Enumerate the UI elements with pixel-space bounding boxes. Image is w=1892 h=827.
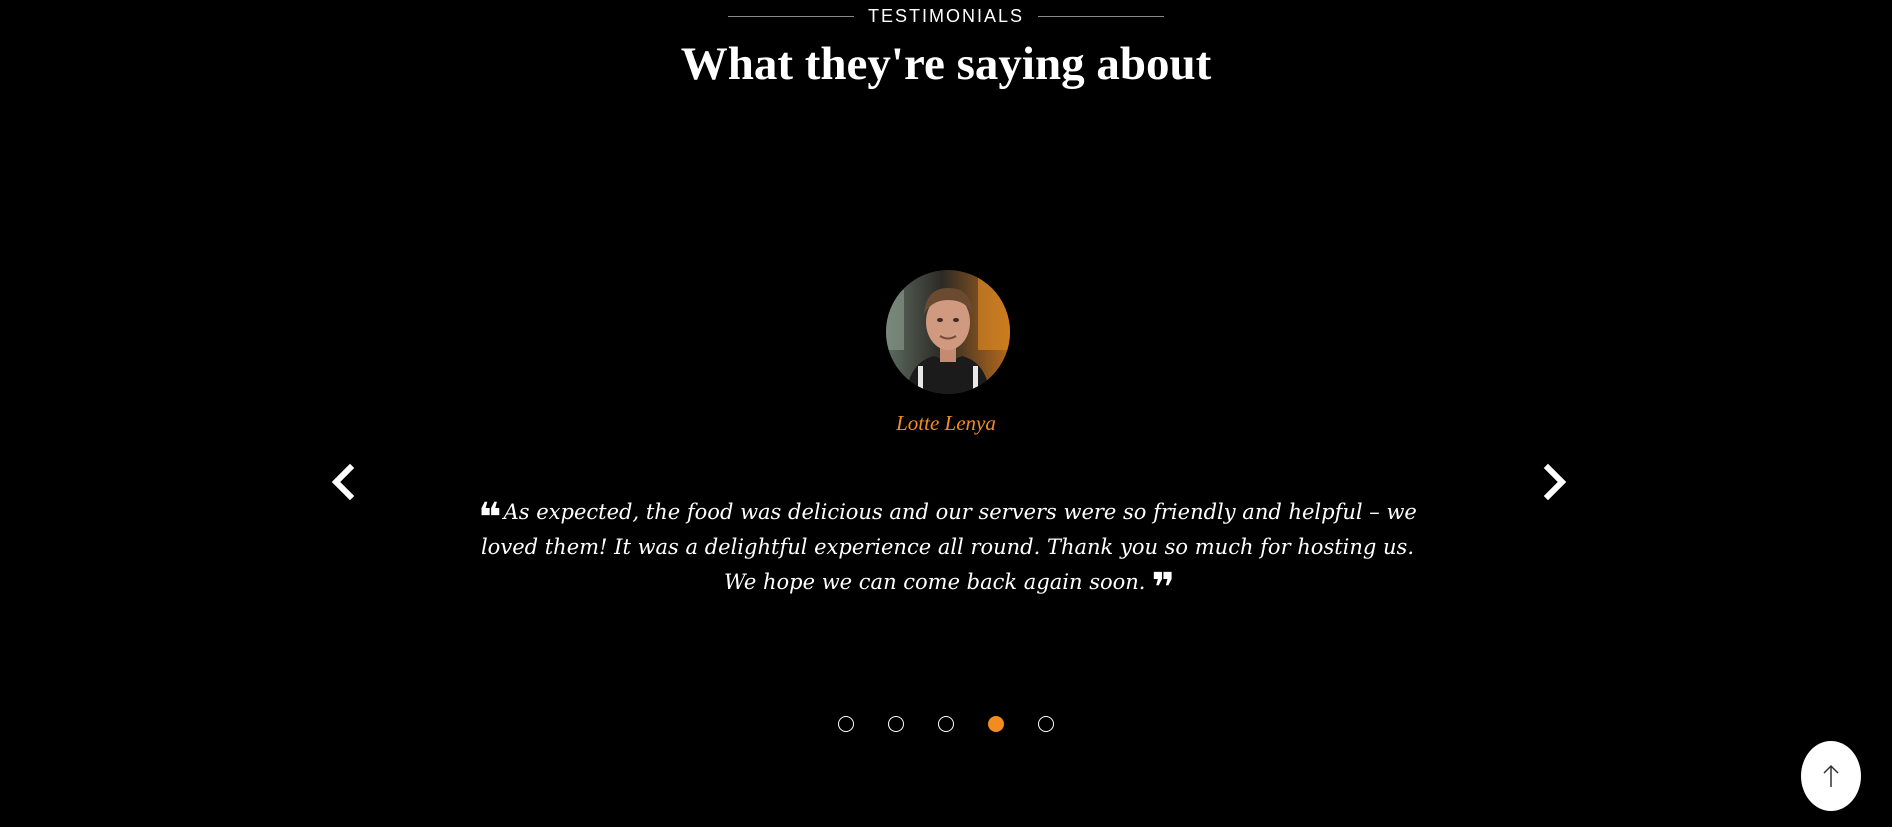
close-quote-icon: ❞ [1151,565,1175,611]
carousel-prev-button[interactable] [326,462,362,502]
eyebrow-label: TESTIMONIALS [867,6,1025,26]
carousel-pagination [0,716,1892,732]
carousel-dot-2[interactable] [888,716,904,732]
scroll-to-top-button[interactable] [1801,741,1861,811]
carousel-dot-4[interactable] [988,716,1004,732]
eyebrow-left-divider [727,16,854,17]
chevron-left-icon [331,463,355,501]
carousel-dot-5[interactable] [1038,716,1054,732]
section-eyebrow: TESTIMONIALS [0,6,1892,27]
carousel-dot-1[interactable] [838,716,854,732]
chevron-right-icon [1543,463,1567,501]
open-quote-icon: ❝ [478,495,502,541]
arrow-up-icon [1823,764,1839,787]
testimonial-text: As expected, the food was delicious and … [480,500,1417,594]
section-heading: What they're saying about [680,38,1212,90]
testimonial-quote: ❝ As expected, the food was delicious and… [470,495,1425,611]
carousel-next-button[interactable] [1536,462,1572,502]
reviewer-avatar [886,270,1010,394]
reviewer-photo-icon [886,270,1010,394]
eyebrow-right-divider [1038,16,1165,17]
carousel-dot-3[interactable] [938,716,954,732]
reviewer-name: Lotte Lenya [896,411,996,435]
